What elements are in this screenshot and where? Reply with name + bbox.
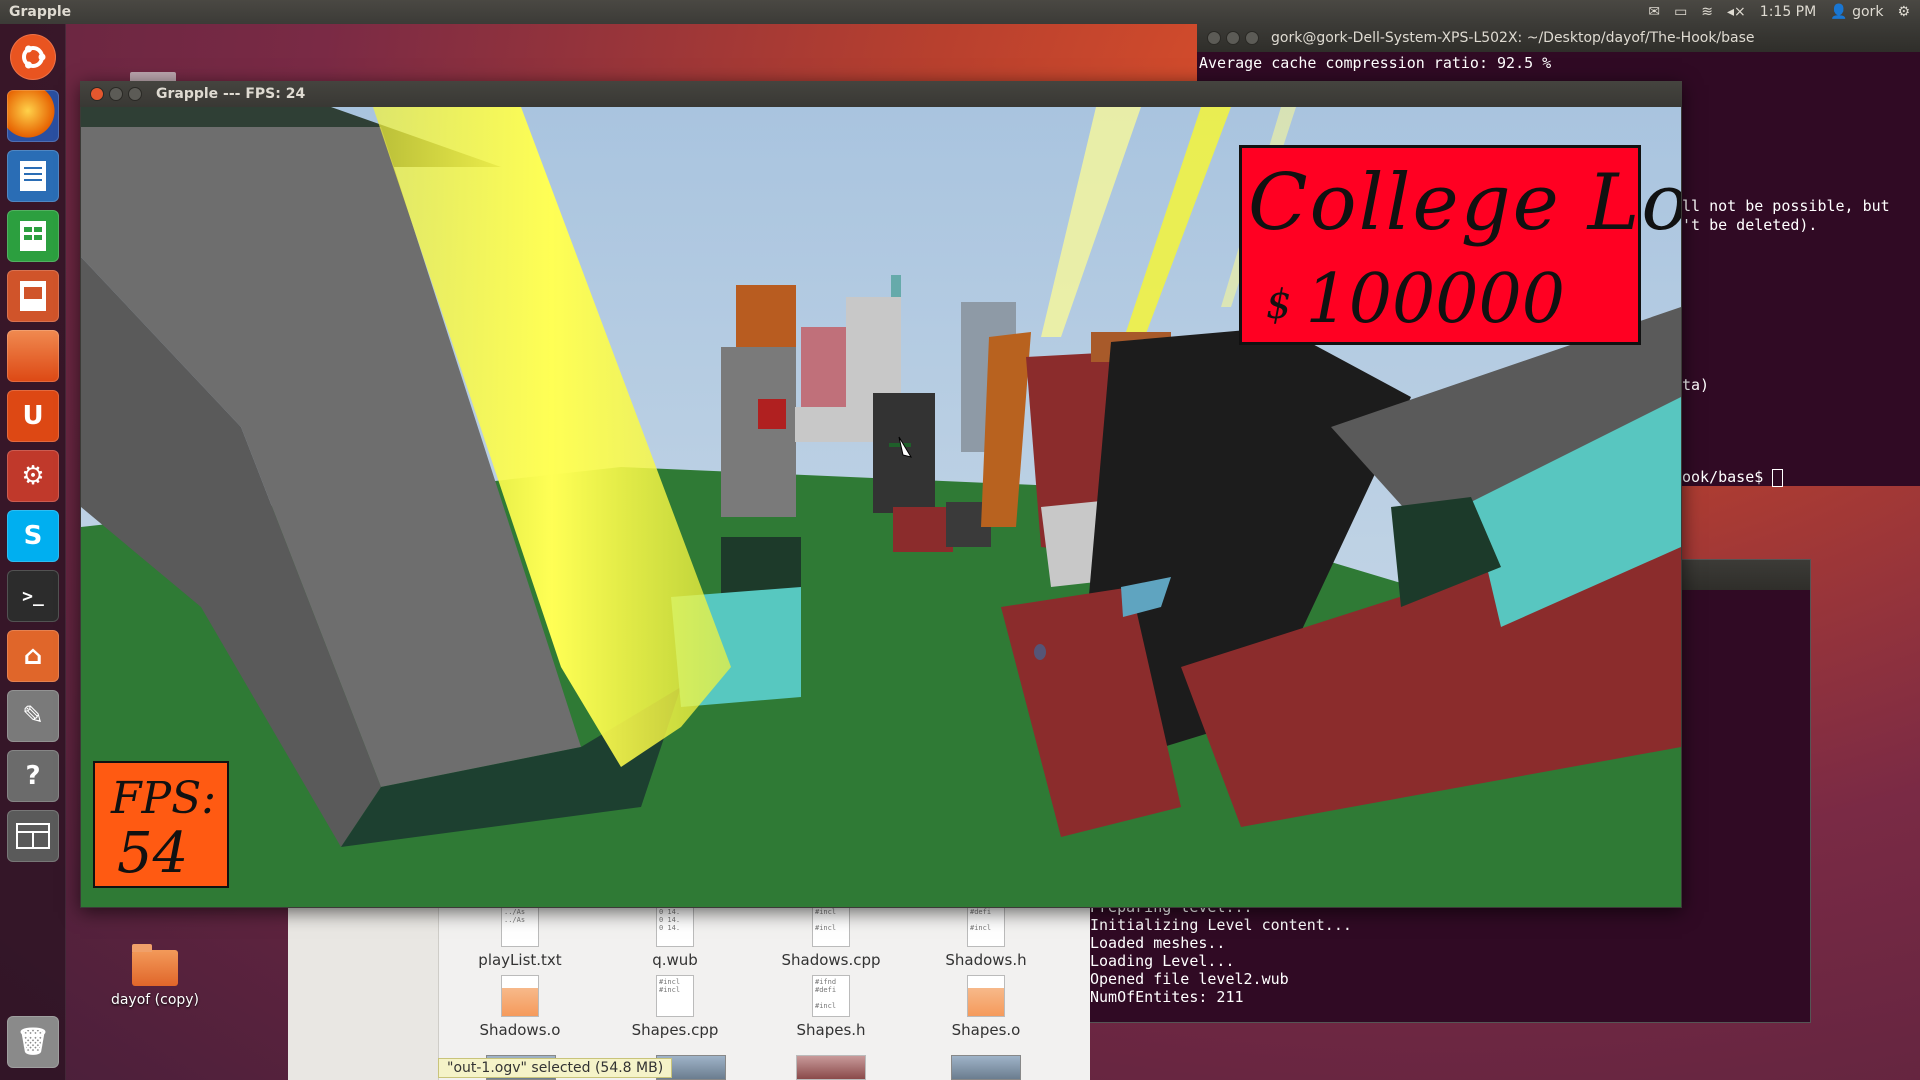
terminal-line: Initializing Level content... xyxy=(1090,916,1352,934)
fps-label: FPS: xyxy=(111,773,217,824)
text-file-icon: #incl #incl xyxy=(656,975,694,1017)
text-file-icon: 0 14. 0 14. 0 14. xyxy=(656,905,694,947)
college-loan-hud: College Loan $100000 xyxy=(1239,145,1681,345)
shopping-bag-icon[interactable] xyxy=(7,330,59,382)
user-name: gork xyxy=(1852,4,1884,20)
terminal-line: ll not be possible, but xyxy=(1682,197,1890,215)
desktop-folder-label: dayof (copy) xyxy=(110,992,200,1008)
impress-icon[interactable] xyxy=(7,270,59,322)
file-manager-window[interactable]: ../As ../As playList.txt 0 14. 0 14. 0 1… xyxy=(288,905,1090,1080)
file-item[interactable]: #defi #incl Shadows.h xyxy=(921,905,1051,969)
trash-icon[interactable]: 🗑 xyxy=(7,1016,59,1068)
loan-title: College Loan xyxy=(1248,158,1681,248)
terminal-titlebar[interactable]: gork@gork-Dell-System-XPS-L502X: ~/Deskt… xyxy=(1197,24,1920,52)
close-icon[interactable] xyxy=(90,87,104,101)
terminal-line: 't be deleted). xyxy=(1682,216,1818,234)
building-window xyxy=(758,399,786,429)
terminal-line: Average cache compression ratio: 92.5 % xyxy=(1199,54,1552,72)
user-icon: 👤 xyxy=(1830,4,1848,20)
file-item[interactable]: #ifnd #defi #incl Shapes.h xyxy=(766,975,896,1039)
building xyxy=(893,507,953,552)
volume-icon[interactable]: ◂× xyxy=(1727,0,1746,24)
file-name: Shadows.h xyxy=(945,951,1027,969)
terminal-line: Loading Level... xyxy=(1090,952,1235,970)
file-name: Shadows.cpp xyxy=(781,951,881,969)
game-window-title: Grapple --- FPS: 24 xyxy=(156,86,306,102)
text-file-icon: ../As ../As xyxy=(501,905,539,947)
desktop-folder[interactable]: dayof (copy) xyxy=(105,944,205,1008)
prompt-text: ook/base$ xyxy=(1682,468,1773,486)
writer-icon[interactable] xyxy=(7,150,59,202)
file-item[interactable]: #incl #incl Shapes.cpp xyxy=(610,975,740,1039)
text-editor-icon[interactable]: ✎ xyxy=(7,690,59,742)
help-icon[interactable]: ? xyxy=(7,750,59,802)
wifi-icon[interactable]: ≋ xyxy=(1701,0,1713,24)
file-item[interactable]: #incl #incl Shadows.cpp xyxy=(766,905,896,969)
ubuntu-logo-icon[interactable] xyxy=(10,34,56,80)
settings-gear-icon[interactable]: ⚙ xyxy=(1897,0,1910,24)
firefox-icon[interactable] xyxy=(7,90,59,142)
file-name: q.wub xyxy=(652,951,698,969)
terminal-line: Loaded meshes.. xyxy=(1090,934,1226,952)
building xyxy=(891,275,901,297)
player-object xyxy=(1034,644,1046,660)
file-name: Shadows.o xyxy=(479,1021,561,1039)
active-app-title: Grapple xyxy=(9,4,72,20)
selection-status: "out-1.ogv" selected (54.8 MB) xyxy=(438,1058,673,1078)
indicator-area: ✉ ▭ ≋ ◂× 1:15 PM 👤 gork ⚙ xyxy=(1648,0,1910,24)
top-panel: Grapple ✉ ▭ ≋ ◂× 1:15 PM 👤 gork ⚙ xyxy=(0,0,1920,24)
close-icon[interactable] xyxy=(1207,31,1221,45)
text-file-icon: #incl #incl xyxy=(812,905,850,947)
terminal-line: NumOfEntites: 211 xyxy=(1090,988,1244,1006)
mail-icon[interactable]: ✉ xyxy=(1648,0,1660,24)
game-titlebar[interactable]: Grapple --- FPS: 24 xyxy=(80,81,1682,107)
calc-icon[interactable] xyxy=(7,210,59,262)
home-folder-icon[interactable]: ⌂ xyxy=(7,630,59,682)
folder-icon xyxy=(132,944,178,986)
gear-wrench-icon[interactable]: ⚙ xyxy=(7,450,59,502)
minimize-icon[interactable] xyxy=(109,87,123,101)
terminal-title: gork@gork-Dell-System-XPS-L502X: ~/Deskt… xyxy=(1271,30,1755,46)
user-menu[interactable]: 👤 gork xyxy=(1830,0,1883,24)
cursor-block xyxy=(1772,468,1784,487)
terminal-line: Opened file level2.wub xyxy=(1090,970,1289,988)
image-thumbnail[interactable] xyxy=(951,1055,1021,1080)
fps-hud: FPS: 54 xyxy=(93,761,229,888)
object-file-icon xyxy=(967,975,1005,1017)
loan-amount-row: $100000 xyxy=(1266,260,1565,339)
file-name: Shapes.h xyxy=(796,1021,866,1039)
file-item[interactable]: Shadows.o xyxy=(455,975,585,1039)
skype-icon[interactable]: S xyxy=(7,510,59,562)
clock[interactable]: 1:15 PM xyxy=(1760,0,1816,24)
file-name: Shapes.o xyxy=(951,1021,1021,1039)
loan-amount: 100000 xyxy=(1305,260,1566,339)
file-item[interactable]: 0 14. 0 14. 0 14. q.wub xyxy=(610,905,740,969)
file-name: playList.txt xyxy=(478,951,562,969)
terminal-prompt[interactable]: ook/base$ xyxy=(1682,468,1784,487)
file-item[interactable]: ../As ../As playList.txt xyxy=(455,905,585,969)
terminal-line: ta) xyxy=(1682,376,1710,394)
skybridge xyxy=(795,407,883,442)
maximize-icon[interactable] xyxy=(128,87,142,101)
file-manager-sidebar[interactable] xyxy=(288,905,439,1080)
object-file-icon xyxy=(501,975,539,1017)
launcher: U ⚙ S >_ ⌂ ✎ ? 🗑 xyxy=(0,24,66,1080)
fps-value: 54 xyxy=(117,821,189,886)
battery-icon[interactable]: ▭ xyxy=(1674,0,1687,24)
terminal-icon[interactable]: >_ xyxy=(7,570,59,622)
workspaces-icon[interactable] xyxy=(7,810,59,862)
game-window[interactable]: Grapple --- FPS: 24 College Lo $ 100000 … xyxy=(80,81,1682,908)
ubuntu-one-icon[interactable]: U xyxy=(7,390,59,442)
text-file-icon: #ifnd #defi #incl xyxy=(812,975,850,1017)
file-name: Shapes.cpp xyxy=(631,1021,719,1039)
loan-currency: $ xyxy=(1266,281,1292,328)
file-item[interactable]: Shapes.o xyxy=(921,975,1051,1039)
minimize-icon[interactable] xyxy=(1226,31,1240,45)
building xyxy=(721,347,796,517)
image-thumbnail[interactable] xyxy=(796,1055,866,1080)
game-viewport[interactable]: College Loan $100000 FPS: 54 xyxy=(81,107,1681,907)
maximize-icon[interactable] xyxy=(1245,31,1259,45)
text-file-icon: #defi #incl xyxy=(967,905,1005,947)
